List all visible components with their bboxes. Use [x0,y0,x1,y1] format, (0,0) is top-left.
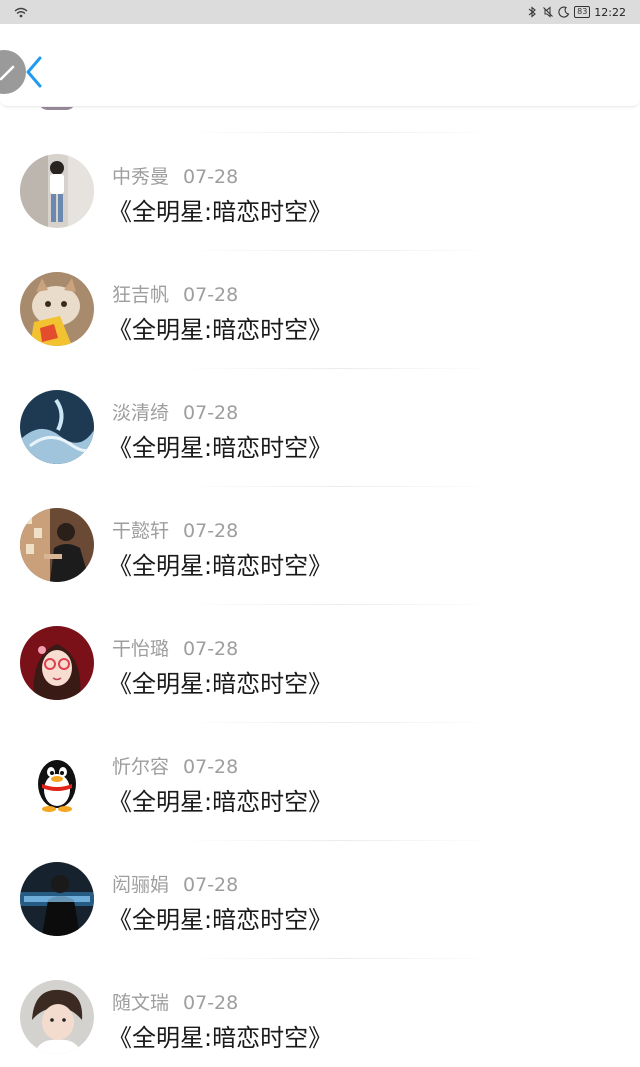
item-meta: 忻尔容 07-28 [112,752,238,779]
item-meta: 淡清绮 07-28 [112,398,238,425]
item-message: 《全明星:暗恋时空》 [108,670,333,698]
item-message: 《全明星:暗恋时空》 [108,434,333,462]
item-message: 《全明星:暗恋时空》 [108,788,333,816]
avatar-cartoon-girl [20,626,94,700]
mute-icon [543,6,553,18]
chevron-left-icon [26,56,42,88]
list-item[interactable]: 随文瑞 07-28 《全明星:暗恋时空》 [0,932,640,1054]
item-meta: 干懿轩 07-28 [112,516,238,543]
sender-name: 忻尔容 [112,756,170,778]
wifi-icon [14,7,28,18]
sender-name: 干怡璐 [112,638,170,660]
item-date: 07-28 [183,402,239,424]
status-bar: 83 12:22 [0,0,640,24]
avatar-blue-art [20,390,94,464]
list-item[interactable]: 干怡璐 07-28 《全明星:暗恋时空》 [0,578,640,700]
item-date: 07-28 [183,284,239,306]
divider [180,840,500,841]
divider [180,604,500,605]
battery-indicator: 83 [574,6,591,18]
item-date: 07-28 [183,166,239,188]
avatar-qq-penguin [20,744,94,818]
list-item[interactable]: 干懿轩 07-28 《全明星:暗恋时空》 [0,460,640,582]
item-message: 《全明星:暗恋时空》 [108,198,333,226]
item-meta: 闳骊娟 07-28 [112,870,238,897]
avatar-cat [20,272,94,346]
item-date: 07-28 [183,756,239,778]
avatar-photo-woman [20,154,94,228]
sender-name: 中秀曼 [112,166,170,188]
list-item[interactable]: 淡清绮 07-28 《全明星:暗恋时空》 [0,342,640,464]
item-date: 07-28 [183,874,239,896]
item-message: 《全明星:暗恋时空》 [108,906,333,934]
sender-name: 淡清绮 [112,402,170,424]
sender-name: 狂吉帆 [112,284,170,306]
item-message: 《全明星:暗恋时空》 [108,316,333,344]
status-time: 12:22 [594,5,626,19]
divider [180,132,500,133]
item-message: 《全明星:暗恋时空》 [108,552,333,580]
sender-name: 随文瑞 [112,992,170,1014]
divider [180,486,500,487]
item-meta: 干怡璐 07-28 [112,634,238,661]
item-meta: 狂吉帆 07-28 [112,280,238,307]
top-header [0,24,640,107]
item-date: 07-28 [183,992,239,1014]
avatar-photo-man [20,508,94,582]
bluetooth-icon [528,6,536,18]
list-item[interactable]: 狂吉帆 07-28 《全明星:暗恋时空》 [0,224,640,346]
item-message: 《全明星:暗恋时空》 [108,1024,333,1052]
divider [180,958,500,959]
divider [180,368,500,369]
divider [180,722,500,723]
sender-name: 干懿轩 [112,520,170,542]
list-item[interactable]: 闳骊娟 07-28 《全明星:暗恋时空》 [0,814,640,936]
pencil-icon [0,65,15,81]
avatar-boy-photo [20,980,94,1054]
sender-name: 闳骊娟 [112,874,170,896]
avatar-dark-photo [20,862,94,936]
divider [180,250,500,251]
item-date: 07-28 [183,520,239,542]
item-meta: 中秀曼 07-28 [112,162,238,189]
do-not-disturb-moon-icon [558,6,570,18]
item-meta: 随文瑞 07-28 [112,988,238,1015]
back-button[interactable] [22,54,46,90]
list-item[interactable]: 中秀曼 07-28 《全明星:暗恋时空》 [0,106,640,228]
item-date: 07-28 [183,638,239,660]
list-item[interactable]: 忻尔容 07-28 《全明星:暗恋时空》 [0,696,640,818]
